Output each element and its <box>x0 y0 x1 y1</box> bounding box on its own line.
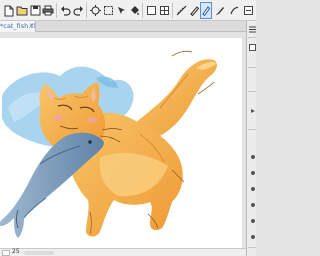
main-toolbar <box>0 0 256 21</box>
open-folder-icon[interactable] <box>16 2 28 19</box>
toolbar-separator <box>172 3 173 18</box>
canvas-workspace <box>0 32 246 248</box>
panel-eye-icon[interactable] <box>249 185 256 193</box>
document-tab-bar: *cat_fish.clip × <box>0 21 256 32</box>
toolbar-separator <box>142 3 143 18</box>
panel-eye-icon[interactable] <box>249 169 256 177</box>
tab-close-icon[interactable]: × <box>29 21 34 31</box>
clear-selection-icon[interactable] <box>102 2 114 19</box>
panel-eye-icon[interactable] <box>249 153 256 161</box>
fill-bucket-icon[interactable] <box>128 2 140 19</box>
brush-icon[interactable] <box>214 2 226 19</box>
snap-icon[interactable] <box>145 2 157 19</box>
panel-eye-icon[interactable] <box>249 217 256 225</box>
panel-divider <box>248 91 256 92</box>
panel-divider <box>248 37 256 38</box>
ruler-icon[interactable] <box>175 2 187 19</box>
panel-tool-icon[interactable] <box>249 43 256 52</box>
horizontal-scrollbar[interactable] <box>24 251 54 255</box>
panel-divider <box>248 129 256 130</box>
panel-divider <box>248 67 256 68</box>
panel-divider <box>248 247 256 248</box>
panel-eye-icon[interactable] <box>249 201 256 209</box>
undo-icon[interactable] <box>59 2 71 19</box>
grid-icon[interactable] <box>158 2 170 19</box>
status-bar: 25 <box>0 248 246 256</box>
zoom-level-text: 25 <box>12 248 20 255</box>
toolbar-separator <box>56 3 57 18</box>
selection-icon[interactable] <box>89 2 101 19</box>
pen-icon[interactable] <box>188 2 200 19</box>
paint-app-window: *cat_fish.clip × <box>0 0 256 256</box>
save-icon[interactable] <box>29 2 41 19</box>
panel-arrow-icon[interactable] <box>249 107 256 115</box>
transform-icon[interactable] <box>115 2 127 19</box>
toolbar-separator <box>86 3 87 18</box>
right-side-panel <box>246 21 256 256</box>
new-document-icon[interactable] <box>3 2 15 19</box>
cat-with-fish-illustration <box>0 50 217 238</box>
more-icon[interactable] <box>242 2 254 19</box>
panel-eye-icon[interactable] <box>249 233 256 241</box>
print-icon[interactable] <box>42 2 54 19</box>
drawing-canvas[interactable] <box>0 38 242 248</box>
panel-menu-icon[interactable] <box>249 25 256 34</box>
stroke-icon[interactable] <box>228 2 240 19</box>
zoom-field[interactable] <box>2 250 10 256</box>
pencil-icon[interactable] <box>200 2 212 19</box>
redo-icon[interactable] <box>72 2 84 19</box>
